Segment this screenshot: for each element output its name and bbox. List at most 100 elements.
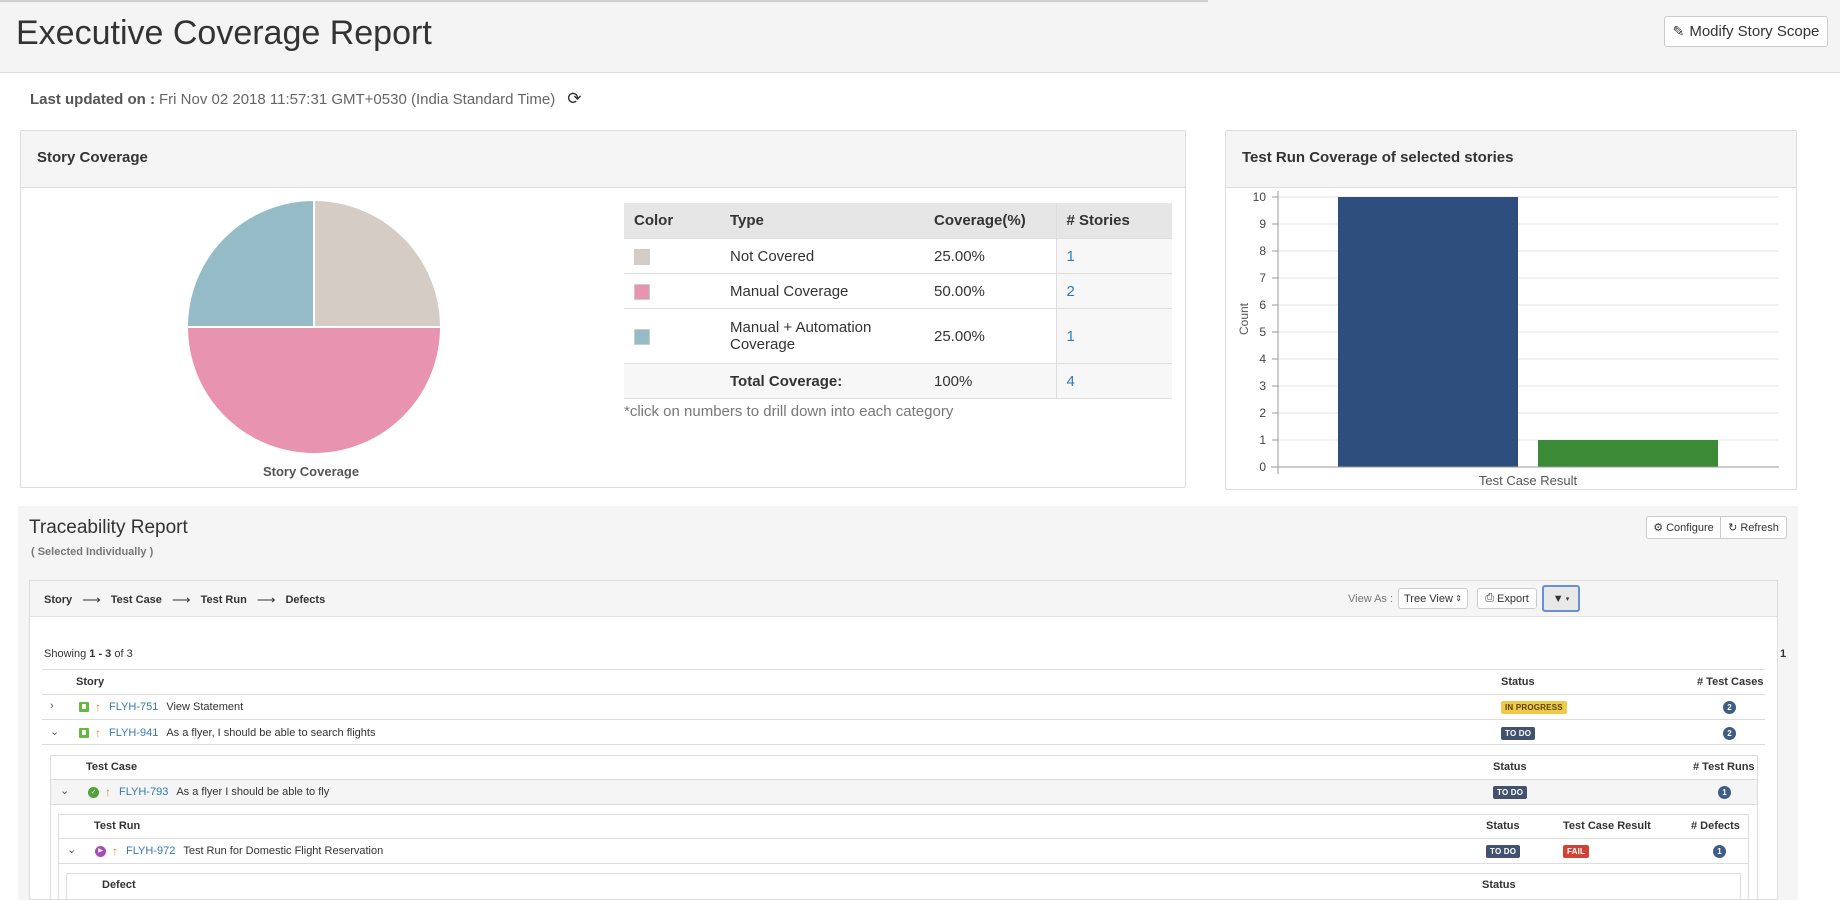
traceability-section: Traceability Report ( Selected Individua…: [18, 506, 1798, 900]
y-tick-label: 3: [1259, 379, 1266, 393]
test-run-coverage-title: Test Run Coverage of selected stories: [1226, 131, 1796, 188]
traceability-flow: Story ⟶ Test Case ⟶ Test Run ⟶ Defects: [44, 592, 325, 608]
row-coverage: 25.00%: [924, 308, 1056, 364]
showing-range: 1 - 3: [89, 648, 112, 660]
pie-slice[interactable]: [186, 199, 315, 328]
defect-col-header: Defect: [102, 879, 136, 891]
last-updated-value: Fri Nov 02 2018 11:57:31 GMT+0530 (India…: [159, 90, 556, 108]
status-col-header: Status: [1501, 676, 1535, 688]
story-row-title: ↑ FLYH-751 View Statement: [79, 700, 243, 714]
stories-count-link[interactable]: 1: [1067, 248, 1075, 265]
divider: [58, 838, 1749, 839]
story-key-link[interactable]: FLYH-941: [109, 727, 158, 739]
coverage-total-row: Total Coverage: 100% 4: [624, 363, 1172, 399]
divider: [58, 814, 1749, 815]
total-stories-link[interactable]: 4: [1067, 373, 1075, 390]
test-run-count[interactable]: 1: [1718, 786, 1731, 799]
divider: [50, 755, 1758, 756]
filter-button[interactable]: ▼ ▾: [1542, 585, 1580, 612]
refresh-button[interactable]: ↻ Refresh: [1720, 516, 1787, 539]
test-case-count[interactable]: 2: [1723, 727, 1736, 740]
col-stories: # Stories: [1055, 203, 1172, 239]
pie-caption: Story Coverage: [262, 464, 360, 479]
pie-slice[interactable]: [313, 199, 442, 328]
story-icon: [79, 702, 89, 712]
chevron-down-icon[interactable]: ⌄: [60, 784, 69, 797]
priority-up-icon: ↑: [105, 785, 111, 799]
export-icon: ⎙: [1485, 592, 1494, 604]
y-tick-label: 0: [1259, 460, 1266, 474]
status-badge: IN PROGRESS: [1501, 701, 1567, 714]
testrun-summary: Test Run for Domestic Flight Reservation: [183, 845, 384, 857]
configure-button[interactable]: ⚙ Configure: [1646, 516, 1721, 539]
export-button[interactable]: ⎙ Export: [1477, 588, 1537, 609]
configure-label: Configure: [1666, 521, 1714, 534]
divider: [66, 873, 67, 900]
y-tick-label: 2: [1259, 406, 1266, 420]
page-number[interactable]: 1: [1780, 648, 1786, 660]
testrun-key-link[interactable]: FLYH-972: [126, 845, 175, 857]
priority-up-icon: ↑: [112, 844, 118, 858]
stories-count-link[interactable]: 1: [1067, 328, 1075, 345]
divider: [1757, 755, 1758, 900]
story-key-link[interactable]: FLYH-751: [109, 701, 158, 713]
testcase-key-link[interactable]: FLYH-793: [119, 786, 168, 798]
modify-story-scope-button[interactable]: ✎ Modify Story Scope: [1664, 16, 1828, 47]
defects-col-header: # Defects: [1691, 820, 1740, 832]
header-top-line: [0, 0, 1208, 2]
arrow-right-icon: ⟶: [256, 592, 276, 607]
last-updated: Last updated on : Fri Nov 02 2018 11:57:…: [30, 89, 581, 109]
chart-bar[interactable]: [1538, 440, 1718, 467]
chart-bar[interactable]: [1338, 197, 1518, 467]
result-badge: FAIL: [1563, 845, 1590, 858]
total-coverage: 100%: [924, 363, 1056, 399]
divider: [50, 779, 1758, 780]
row-type-line2: Coverage: [730, 336, 796, 353]
stories-count-link[interactable]: 2: [1067, 283, 1075, 300]
y-tick-label: 7: [1259, 271, 1266, 285]
chevron-down-icon[interactable]: ⌄: [67, 843, 76, 856]
flow-test-run: Test Run: [200, 594, 247, 606]
last-updated-label: Last updated on :: [30, 90, 155, 108]
pie-slice[interactable]: [186, 326, 442, 455]
divider: [42, 744, 1765, 745]
view-as-select[interactable]: Tree View ⇕: [1398, 588, 1468, 609]
table-row[interactable]: ›: [50, 700, 1750, 712]
table-row[interactable]: ⌄: [60, 784, 69, 797]
row-type: Not Covered: [720, 238, 924, 274]
table-row[interactable]: ⌄: [67, 843, 76, 856]
story-summary: As a flyer, I should be able to search f…: [166, 727, 376, 739]
y-tick-label: 9: [1259, 217, 1266, 231]
test-case-icon: ✓: [88, 786, 99, 798]
row-type: Manual Coverage: [720, 273, 924, 309]
defect-count[interactable]: 1: [1713, 845, 1726, 858]
divider: [66, 873, 1741, 874]
refresh-icon: ↻: [1728, 522, 1738, 534]
test-run-bar-chart: 0 1 2 3 4 5 6 7 8 9 10 Count Test Case Result: [1237, 190, 1779, 488]
table-row[interactable]: ⌄: [50, 725, 59, 738]
divider: [58, 814, 59, 900]
x-axis-label: Test Case Result: [1479, 473, 1578, 488]
story-row-title: ↑ FLYH-941 As a flyer, I should be able …: [79, 726, 375, 740]
row-type-line1: Manual + Automation: [730, 319, 872, 336]
divider: [50, 755, 51, 900]
color-swatch: [634, 328, 650, 345]
test-case-result-col-header: Test Case Result: [1563, 820, 1651, 832]
refresh-icon[interactable]: ⟳: [567, 89, 581, 109]
testcase-summary: As a flyer I should be able to fly: [176, 786, 330, 798]
divider: [1740, 873, 1741, 900]
divider: [50, 804, 1758, 805]
testcase-row-title: ✓ ↑ FLYH-793 As a flyer I should be able…: [88, 785, 329, 799]
story-summary: View Statement: [166, 701, 244, 713]
traceability-toolbar: Story ⟶ Test Case ⟶ Test Run ⟶ Defects V…: [30, 581, 1777, 617]
y-tick-label: 5: [1259, 325, 1266, 339]
color-swatch: [634, 248, 650, 265]
testrun-row-title: ▶ ↑ FLYH-972 Test Run for Domestic Fligh…: [95, 844, 383, 858]
chevron-down-icon[interactable]: ⌄: [50, 725, 59, 738]
priority-up-icon: ↑: [95, 726, 101, 740]
chevron-right-icon[interactable]: ›: [50, 700, 54, 712]
row-type: Manual + Automation Coverage: [720, 308, 924, 364]
test-case-count[interactable]: 2: [1723, 701, 1736, 714]
coverage-row-not-covered: Not Covered 25.00% 1: [624, 238, 1172, 274]
color-swatch: [634, 283, 650, 300]
